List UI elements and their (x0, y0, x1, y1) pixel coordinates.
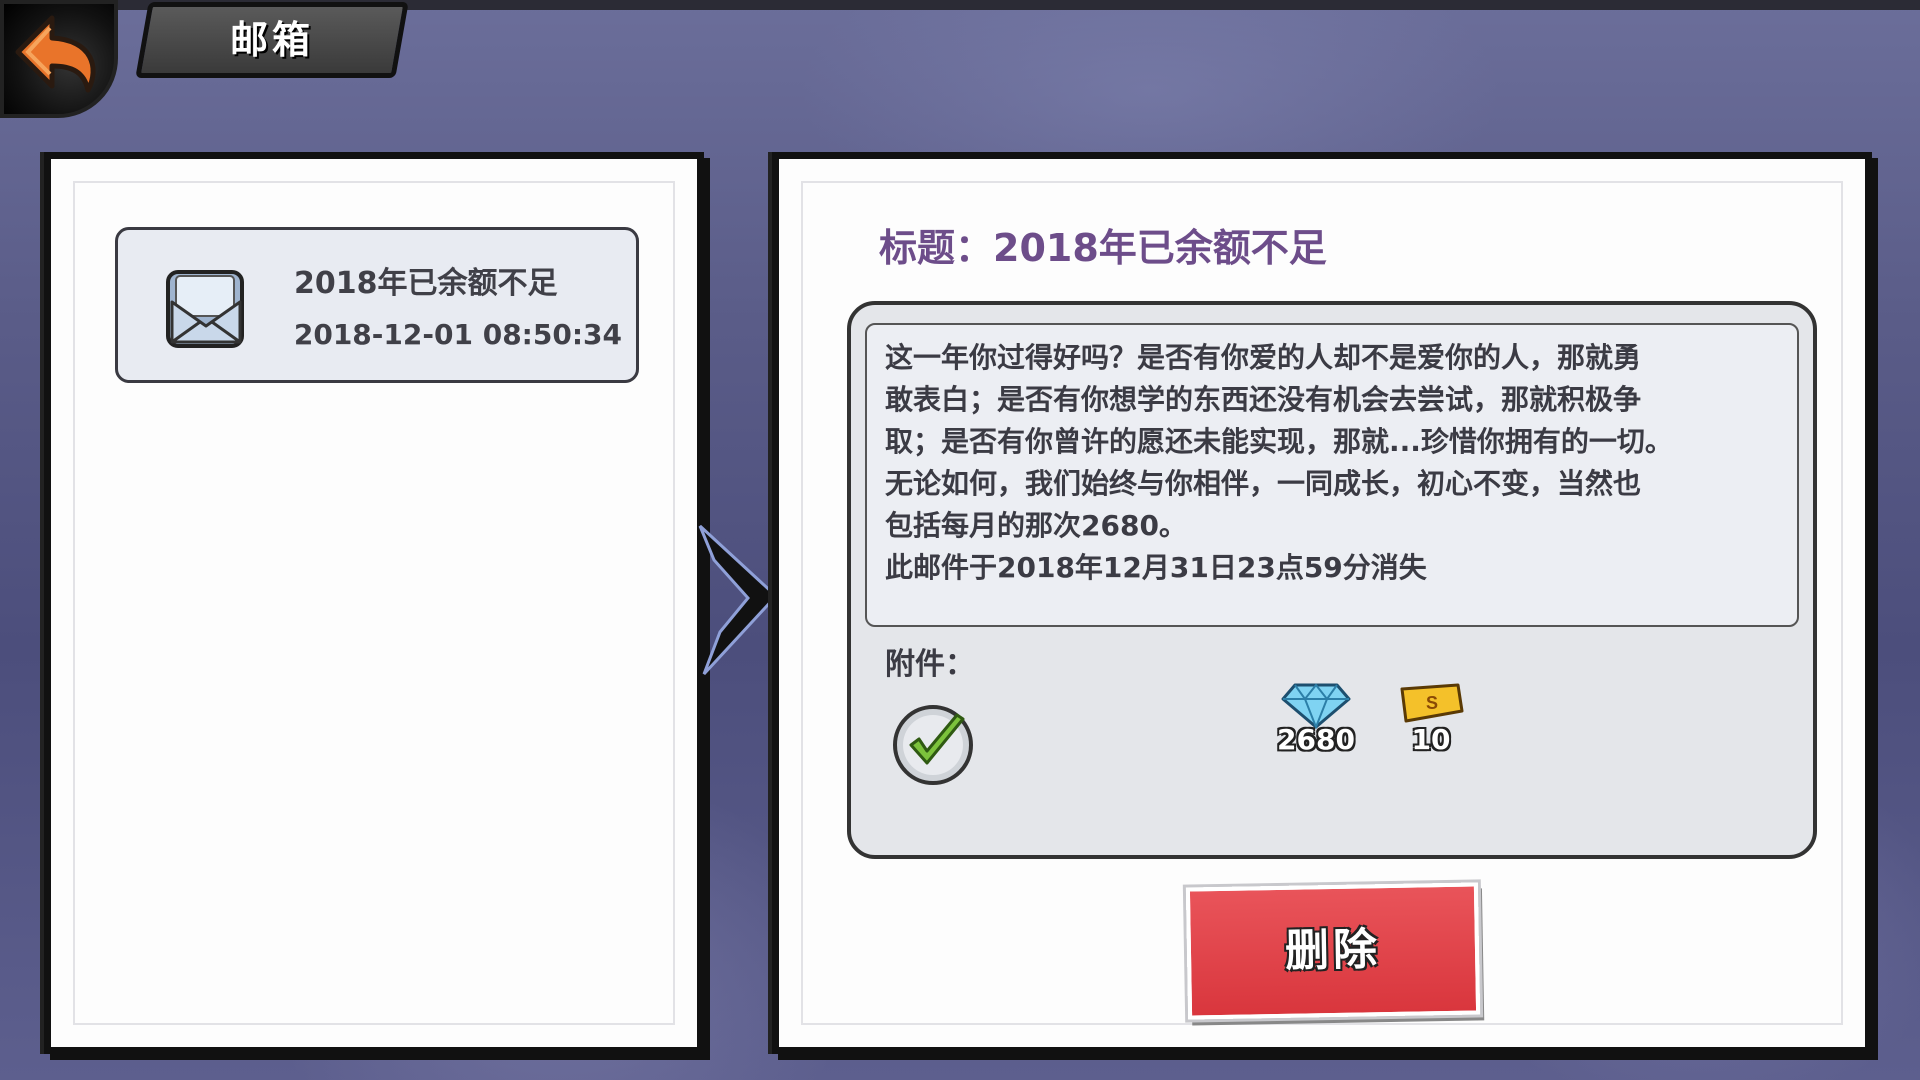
checkmark-icon (893, 705, 973, 785)
mail-subject: 2018年已余额不足 (294, 266, 558, 301)
mail-title: 标题：2018年已余额不足 (879, 226, 1327, 270)
diamond-icon (1281, 683, 1351, 730)
page-title-tab: 邮箱 (135, 2, 409, 78)
attachment-diamond[interactable]: 2680 (1271, 681, 1361, 756)
mail-date: 2018-12-01 08:50:34 (293, 318, 622, 351)
diamond-count: 2680 (1277, 723, 1355, 756)
page-title: 邮箱 (229, 18, 314, 62)
attachment-gold-ticket[interactable]: S 10 (1391, 681, 1471, 756)
mail-list-item[interactable]: 2018年已余额不足 2018-12-01 08:50:34 (115, 227, 639, 383)
mail-body-box: 这一年你过得好吗？是否有你爱的人却不是爱你的人，那就勇 敢表白；是否有你想学的东… (865, 323, 1799, 627)
mail-body: 这一年你过得好吗？是否有你爱的人却不是爱你的人，那就勇 敢表白；是否有你想学的东… (885, 341, 1673, 584)
back-arrow-icon (15, 15, 96, 93)
mail-content-box: 这一年你过得好吗？是否有你爱的人却不是爱你的人，那就勇 敢表白；是否有你想学的东… (847, 301, 1817, 859)
gold-ticket-icon: S (1400, 683, 1464, 723)
gold-ticket-count: 10 (1411, 723, 1451, 756)
delete-button-label: 删除 (1284, 924, 1382, 977)
attachment-label: 附件： (885, 647, 975, 682)
envelope-icon (166, 270, 244, 348)
delete-button[interactable]: 删除 (1185, 882, 1481, 1020)
back-button[interactable] (0, 0, 118, 118)
svg-text:S: S (1426, 693, 1438, 713)
mail-list-panel: 2018年已余额不足 2018-12-01 08:50:34 (44, 152, 704, 1054)
mail-detail-panel: 标题：2018年已余额不足 这一年你过得好吗？是否有你爱的人却不是爱你的人，那就… (772, 152, 1872, 1054)
